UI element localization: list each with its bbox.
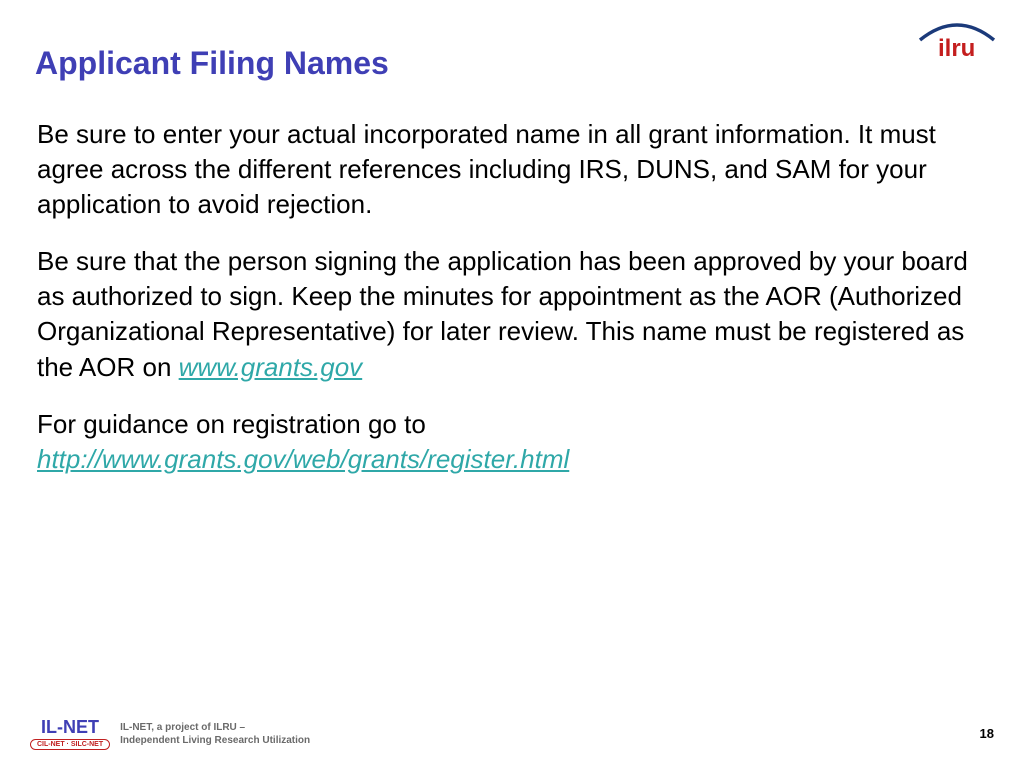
ilnet-logo-text: IL-NET <box>41 717 99 738</box>
slide-title: Applicant Filing Names <box>35 45 989 82</box>
footer-description: IL-NET, a project of ILRU – Independent … <box>120 721 310 747</box>
paragraph-1: Be sure to enter your actual incorporate… <box>37 117 984 222</box>
footer-left: IL-NET CIL-NET · SILC-NET IL-NET, a proj… <box>30 717 310 750</box>
slide-content: Be sure to enter your actual incorporate… <box>35 117 989 477</box>
slide-footer: IL-NET CIL-NET · SILC-NET IL-NET, a proj… <box>30 717 994 750</box>
ilru-logo: ilru <box>912 18 1002 63</box>
paragraph-3: For guidance on registration go to http:… <box>37 407 984 477</box>
paragraph-2: Be sure that the person signing the appl… <box>37 244 984 384</box>
page-number: 18 <box>980 726 994 741</box>
footer-desc-line2: Independent Living Research Utilization <box>120 735 310 746</box>
paragraph-2-text: Be sure that the person signing the appl… <box>37 246 968 381</box>
paragraph-3-text: For guidance on registration go to <box>37 409 426 439</box>
svg-text:ilru: ilru <box>938 35 975 62</box>
grants-gov-link[interactable]: www.grants.gov <box>179 352 363 382</box>
footer-desc-line1: IL-NET, a project of ILRU – <box>120 722 245 733</box>
ilnet-logo: IL-NET CIL-NET · SILC-NET <box>30 717 110 750</box>
ilnet-logo-sub: CIL-NET · SILC-NET <box>30 739 110 750</box>
register-link[interactable]: http://www.grants.gov/web/grants/registe… <box>37 444 569 474</box>
